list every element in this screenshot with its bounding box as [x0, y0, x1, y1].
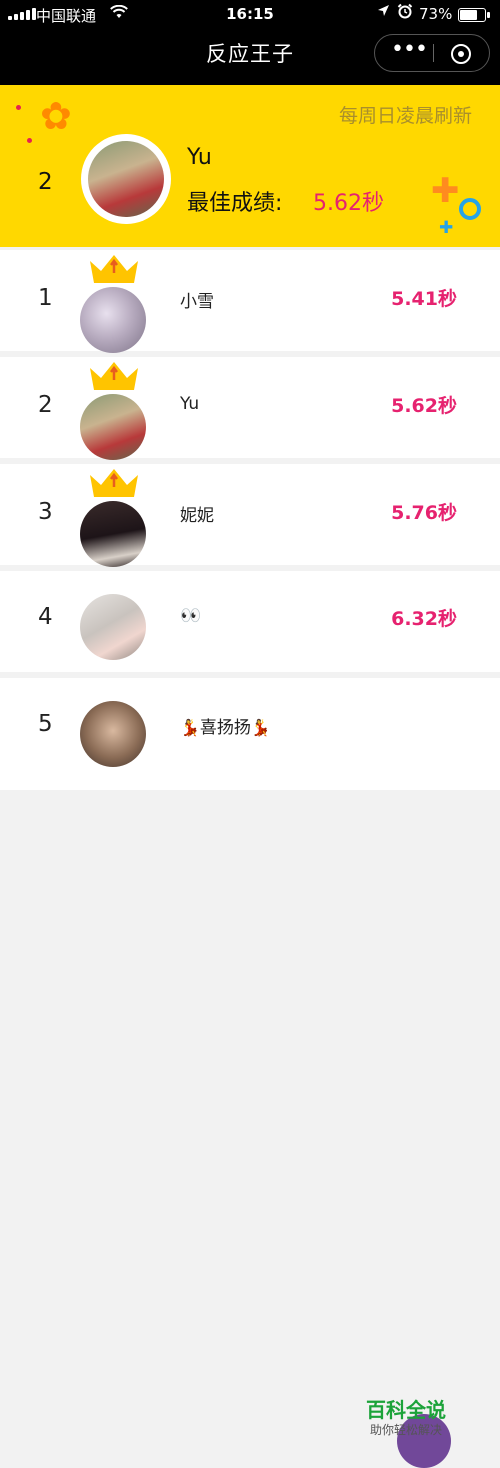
my-avatar [88, 141, 164, 217]
capsule-divider [433, 44, 434, 62]
best-score-label: 最佳成绩: [187, 191, 283, 216]
watermark-title: 百科全说 [366, 1398, 446, 1422]
user-name: 👀 [180, 606, 202, 626]
ring-decor-icon [459, 198, 481, 220]
flower-icon: ✿ [40, 94, 72, 138]
user-avatar [80, 701, 146, 767]
mini-program-capsule: ••• [374, 34, 490, 72]
row-rank: 5 [38, 711, 53, 737]
row-rank: 4 [38, 604, 53, 630]
leaderboard-row[interactable]: 3 妮妮 5.76秒 [0, 464, 500, 567]
row-rank: 2 [38, 392, 53, 418]
location-arrow-icon [377, 4, 390, 21]
row-rank: 3 [38, 499, 53, 525]
decor-dot [16, 105, 21, 110]
leaderboard-row[interactable]: 4 👀 6.32秒 [0, 571, 500, 672]
refresh-note: 每周日凌晨刷新 [338, 105, 472, 127]
user-name: 小雪 [180, 292, 214, 312]
alarm-clock-icon [397, 3, 413, 23]
dancer-icon: 💃 [250, 718, 271, 737]
top-bar: 中国联通 16:15 73% 反应王子 ••• [0, 0, 500, 85]
status-bar: 中国联通 16:15 73% [0, 0, 500, 28]
user-score: 5.76秒 [391, 502, 457, 524]
battery-percent: 73% [419, 5, 453, 23]
best-score-value: 5.62秒 [313, 191, 384, 216]
user-name: Yu [180, 394, 200, 414]
user-avatar [80, 287, 146, 353]
leaderboard-row[interactable]: 2 Yu 5.62秒 [0, 357, 500, 460]
leaderboard-row[interactable]: 5 💃喜扬扬💃 百科全说 助你轻松解决 [0, 678, 500, 1468]
user-avatar [80, 594, 146, 660]
my-name: Yu [187, 145, 212, 170]
user-name: 妮妮 [180, 506, 214, 526]
leaderboard-row[interactable]: 1 小雪 5.41秒 [0, 250, 500, 353]
user-score: 6.32秒 [391, 608, 457, 630]
row-rank: 1 [38, 285, 53, 311]
dancer-icon: 💃 [180, 718, 200, 737]
user-score: 5.62秒 [391, 395, 457, 417]
close-button[interactable] [451, 44, 471, 64]
crown-icon [90, 469, 138, 497]
more-button[interactable]: ••• [389, 35, 429, 71]
my-rank: 2 [38, 169, 53, 195]
battery-icon [458, 8, 490, 22]
my-rank-banner: ✿ 每周日凌晨刷新 2 Yu 最佳成绩: 5.62秒 ✚ ✚ [0, 85, 500, 247]
plus-small-decor-icon: ✚ [439, 218, 454, 238]
user-name: 💃喜扬扬💃 [180, 718, 271, 738]
crown-icon [90, 255, 138, 283]
watermark-subtitle: 助你轻松解决 [370, 1423, 443, 1437]
plus-decor-icon: ✚ [431, 171, 460, 211]
user-avatar [80, 394, 146, 460]
crown-icon [90, 362, 138, 390]
user-avatar [80, 501, 146, 567]
user-score: 5.41秒 [391, 288, 457, 310]
decor-dot [27, 138, 32, 143]
